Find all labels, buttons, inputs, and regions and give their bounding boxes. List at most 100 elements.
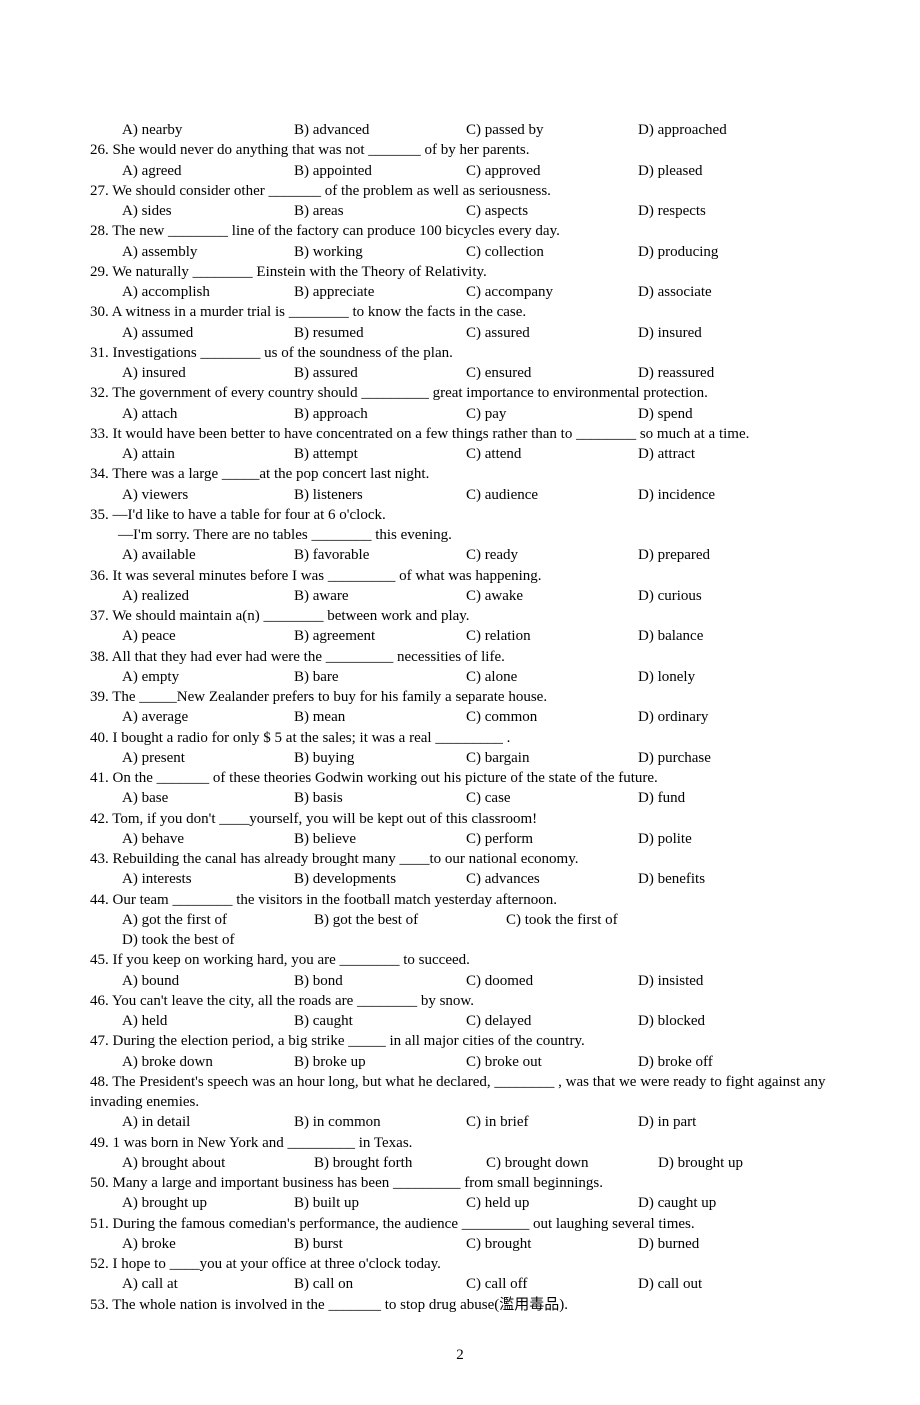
- question-text: 33. It would have been better to have co…: [90, 424, 830, 444]
- option: B) approach: [294, 404, 466, 424]
- options-row: A) attainB) attemptC) attendD) attract: [90, 444, 830, 464]
- question-text: 32. The government of every country shou…: [90, 383, 830, 403]
- option: A) broke down: [122, 1052, 294, 1072]
- option: C) approved: [466, 161, 638, 181]
- options-row: A) nearbyB) advancedC) passed byD) appro…: [90, 120, 830, 140]
- question-text: 35. —I'd like to have a table for four a…: [90, 505, 830, 525]
- option: C) ensured: [466, 363, 638, 383]
- option: B) built up: [294, 1193, 466, 1213]
- options-row: A) behaveB) believeC) performD) polite: [90, 829, 830, 849]
- option: D) pleased: [638, 161, 810, 181]
- option: D) blocked: [638, 1011, 810, 1031]
- option: B) resumed: [294, 323, 466, 343]
- option: A) assumed: [122, 323, 294, 343]
- option: B) working: [294, 242, 466, 262]
- options-row: A) availableB) favorableC) readyD) prepa…: [90, 545, 830, 565]
- question-text: 47. During the election period, a big st…: [90, 1031, 830, 1051]
- question-text: 53. The whole nation is involved in the …: [90, 1295, 830, 1315]
- question-text: 44. Our team ________ the visitors in th…: [90, 890, 830, 910]
- option: B) agreement: [294, 626, 466, 646]
- option: C) relation: [466, 626, 638, 646]
- option: C) awake: [466, 586, 638, 606]
- option: A) broke: [122, 1234, 294, 1254]
- option: C) assured: [466, 323, 638, 343]
- option: C) doomed: [466, 971, 638, 991]
- option: A) held: [122, 1011, 294, 1031]
- options-row: A) accomplishB) appreciateC) accompanyD)…: [90, 282, 830, 302]
- question-text: 38. All that they had ever had were the …: [90, 647, 830, 667]
- option: D) approached: [638, 120, 810, 140]
- options-row: A) emptyB) bareC) aloneD) lonely: [90, 667, 830, 687]
- options-row: A) viewersB) listenersC) audienceD) inci…: [90, 485, 830, 505]
- question-list: A) nearbyB) advancedC) passed byD) appro…: [90, 120, 830, 1315]
- options-row: A) brought aboutB) brought forthC) broug…: [90, 1153, 830, 1173]
- question-text: 46. You can't leave the city, all the ro…: [90, 991, 830, 1011]
- question-text: 52. I hope to ____you at your office at …: [90, 1254, 830, 1274]
- option: B) assured: [294, 363, 466, 383]
- option: C) advances: [466, 869, 638, 889]
- options-row: A) assemblyB) workingC) collectionD) pro…: [90, 242, 830, 262]
- option: A) viewers: [122, 485, 294, 505]
- option: D) purchase: [638, 748, 810, 768]
- option: A) brought up: [122, 1193, 294, 1213]
- option: B) favorable: [294, 545, 466, 565]
- option: B) caught: [294, 1011, 466, 1031]
- option: B) call on: [294, 1274, 466, 1294]
- option: C) common: [466, 707, 638, 727]
- option: D) brought up: [658, 1153, 830, 1173]
- option: C) took the first of: [506, 910, 698, 930]
- option: A) agreed: [122, 161, 294, 181]
- option: B) burst: [294, 1234, 466, 1254]
- option: C) aspects: [466, 201, 638, 221]
- option: C) passed by: [466, 120, 638, 140]
- option: C) perform: [466, 829, 638, 849]
- options-row: A) insuredB) assuredC) ensuredD) reassur…: [90, 363, 830, 383]
- options-row: A) got the first ofB) got the best ofC) …: [90, 910, 830, 951]
- option: C) in brief: [466, 1112, 638, 1132]
- question-text: 42. Tom, if you don't ____yourself, you …: [90, 809, 830, 829]
- question-text: 37. We should maintain a(n) ________ bet…: [90, 606, 830, 626]
- option: A) available: [122, 545, 294, 565]
- option: B) listeners: [294, 485, 466, 505]
- options-row: A) agreedB) appointedC) approvedD) pleas…: [90, 161, 830, 181]
- option: D) curious: [638, 586, 810, 606]
- option: A) base: [122, 788, 294, 808]
- options-row: A) brought upB) built upC) held upD) cau…: [90, 1193, 830, 1213]
- option: A) in detail: [122, 1112, 294, 1132]
- option: C) pay: [466, 404, 638, 424]
- question-text: 26. She would never do anything that was…: [90, 140, 830, 160]
- option: A) call at: [122, 1274, 294, 1294]
- option: D) associate: [638, 282, 810, 302]
- option: D) caught up: [638, 1193, 810, 1213]
- option: C) broke out: [466, 1052, 638, 1072]
- option: B) attempt: [294, 444, 466, 464]
- option: D) burned: [638, 1234, 810, 1254]
- option: A) sides: [122, 201, 294, 221]
- options-row: A) assumedB) resumedC) assuredD) insured: [90, 323, 830, 343]
- options-row: A) realizedB) awareC) awakeD) curious: [90, 586, 830, 606]
- question-text: 30. A witness in a murder trial is _____…: [90, 302, 830, 322]
- option: C) ready: [466, 545, 638, 565]
- option: A) attach: [122, 404, 294, 424]
- option: D) respects: [638, 201, 810, 221]
- option: A) got the first of: [122, 910, 314, 930]
- option: A) attain: [122, 444, 294, 464]
- question-text: 50. Many a large and important business …: [90, 1173, 830, 1193]
- option: A) insured: [122, 363, 294, 383]
- options-row: A) broke downB) broke upC) broke outD) b…: [90, 1052, 830, 1072]
- option: B) believe: [294, 829, 466, 849]
- option: D) attract: [638, 444, 810, 464]
- option: D) ordinary: [638, 707, 810, 727]
- question-text: 34. There was a large _____at the pop co…: [90, 464, 830, 484]
- options-row: A) baseB) basisC) caseD) fund: [90, 788, 830, 808]
- option: C) attend: [466, 444, 638, 464]
- options-row: A) peaceB) agreementC) relationD) balanc…: [90, 626, 830, 646]
- option: C) brought down: [486, 1153, 658, 1173]
- options-row: A) in detailB) in commonC) in briefD) in…: [90, 1112, 830, 1132]
- option: B) aware: [294, 586, 466, 606]
- option: C) bargain: [466, 748, 638, 768]
- option: D) took the best of: [122, 930, 314, 950]
- option: C) audience: [466, 485, 638, 505]
- option: B) got the best of: [314, 910, 506, 930]
- option: D) spend: [638, 404, 810, 424]
